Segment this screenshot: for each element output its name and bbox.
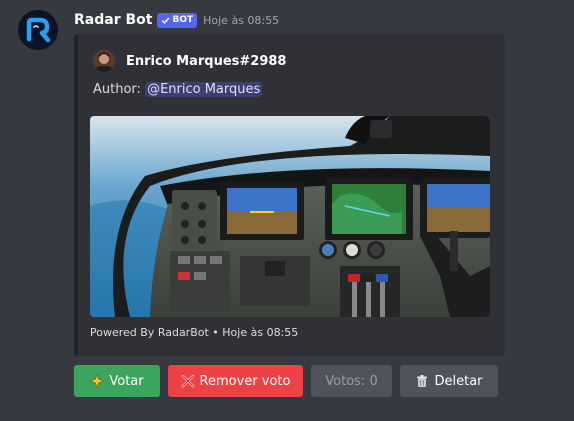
votes-count-button: Votos: 0: [311, 365, 392, 397]
embed-footer: Powered By RadarBot • Hoje às 08:55: [90, 326, 299, 339]
checkmark-icon: [162, 17, 170, 24]
message-timestamp: Hoje às 08:55: [203, 13, 280, 27]
message-header: Radar Bot BOT Hoje às 08:55: [74, 10, 279, 30]
bot-tag-label: BOT: [172, 14, 194, 25]
votes-count-label: Votos: 0: [325, 373, 378, 389]
sparkle-star-icon: [90, 374, 105, 388]
embed-card: Enrico Marques#2988 Author: @Enrico Marq…: [74, 34, 505, 356]
author-photo-icon: [93, 50, 115, 72]
embed-description: Author: @Enrico Marques: [93, 82, 263, 97]
cockpit-image[interactable]: [90, 116, 490, 317]
radar-logo-icon: [18, 10, 58, 50]
cross-mark-icon: [181, 374, 194, 388]
embed-author: Enrico Marques#2988: [93, 50, 286, 72]
bot-username[interactable]: Radar Bot: [74, 12, 152, 28]
vote-button[interactable]: Votar: [74, 365, 160, 397]
remove-vote-button-label: Remover voto: [199, 373, 291, 389]
user-mention[interactable]: @Enrico Marques: [145, 82, 263, 97]
delete-button[interactable]: Deletar: [400, 365, 498, 397]
cockpit-photo: [90, 116, 490, 317]
bot-avatar[interactable]: [18, 10, 58, 50]
embed-author-name: Enrico Marques#2988: [126, 53, 287, 69]
action-buttons: Votar Remover voto Votos: 0 Deletar: [74, 365, 498, 397]
trash-can-icon: [417, 375, 428, 387]
delete-button-label: Deletar: [434, 373, 483, 389]
description-label: Author:: [93, 82, 146, 97]
chat-message: Radar Bot BOT Hoje às 08:55 Enrico Marqu…: [0, 0, 574, 421]
bot-tag: BOT: [157, 12, 198, 28]
vote-button-label: Votar: [109, 373, 144, 389]
author-avatar[interactable]: [93, 50, 115, 72]
remove-vote-button[interactable]: Remover voto: [168, 365, 303, 397]
